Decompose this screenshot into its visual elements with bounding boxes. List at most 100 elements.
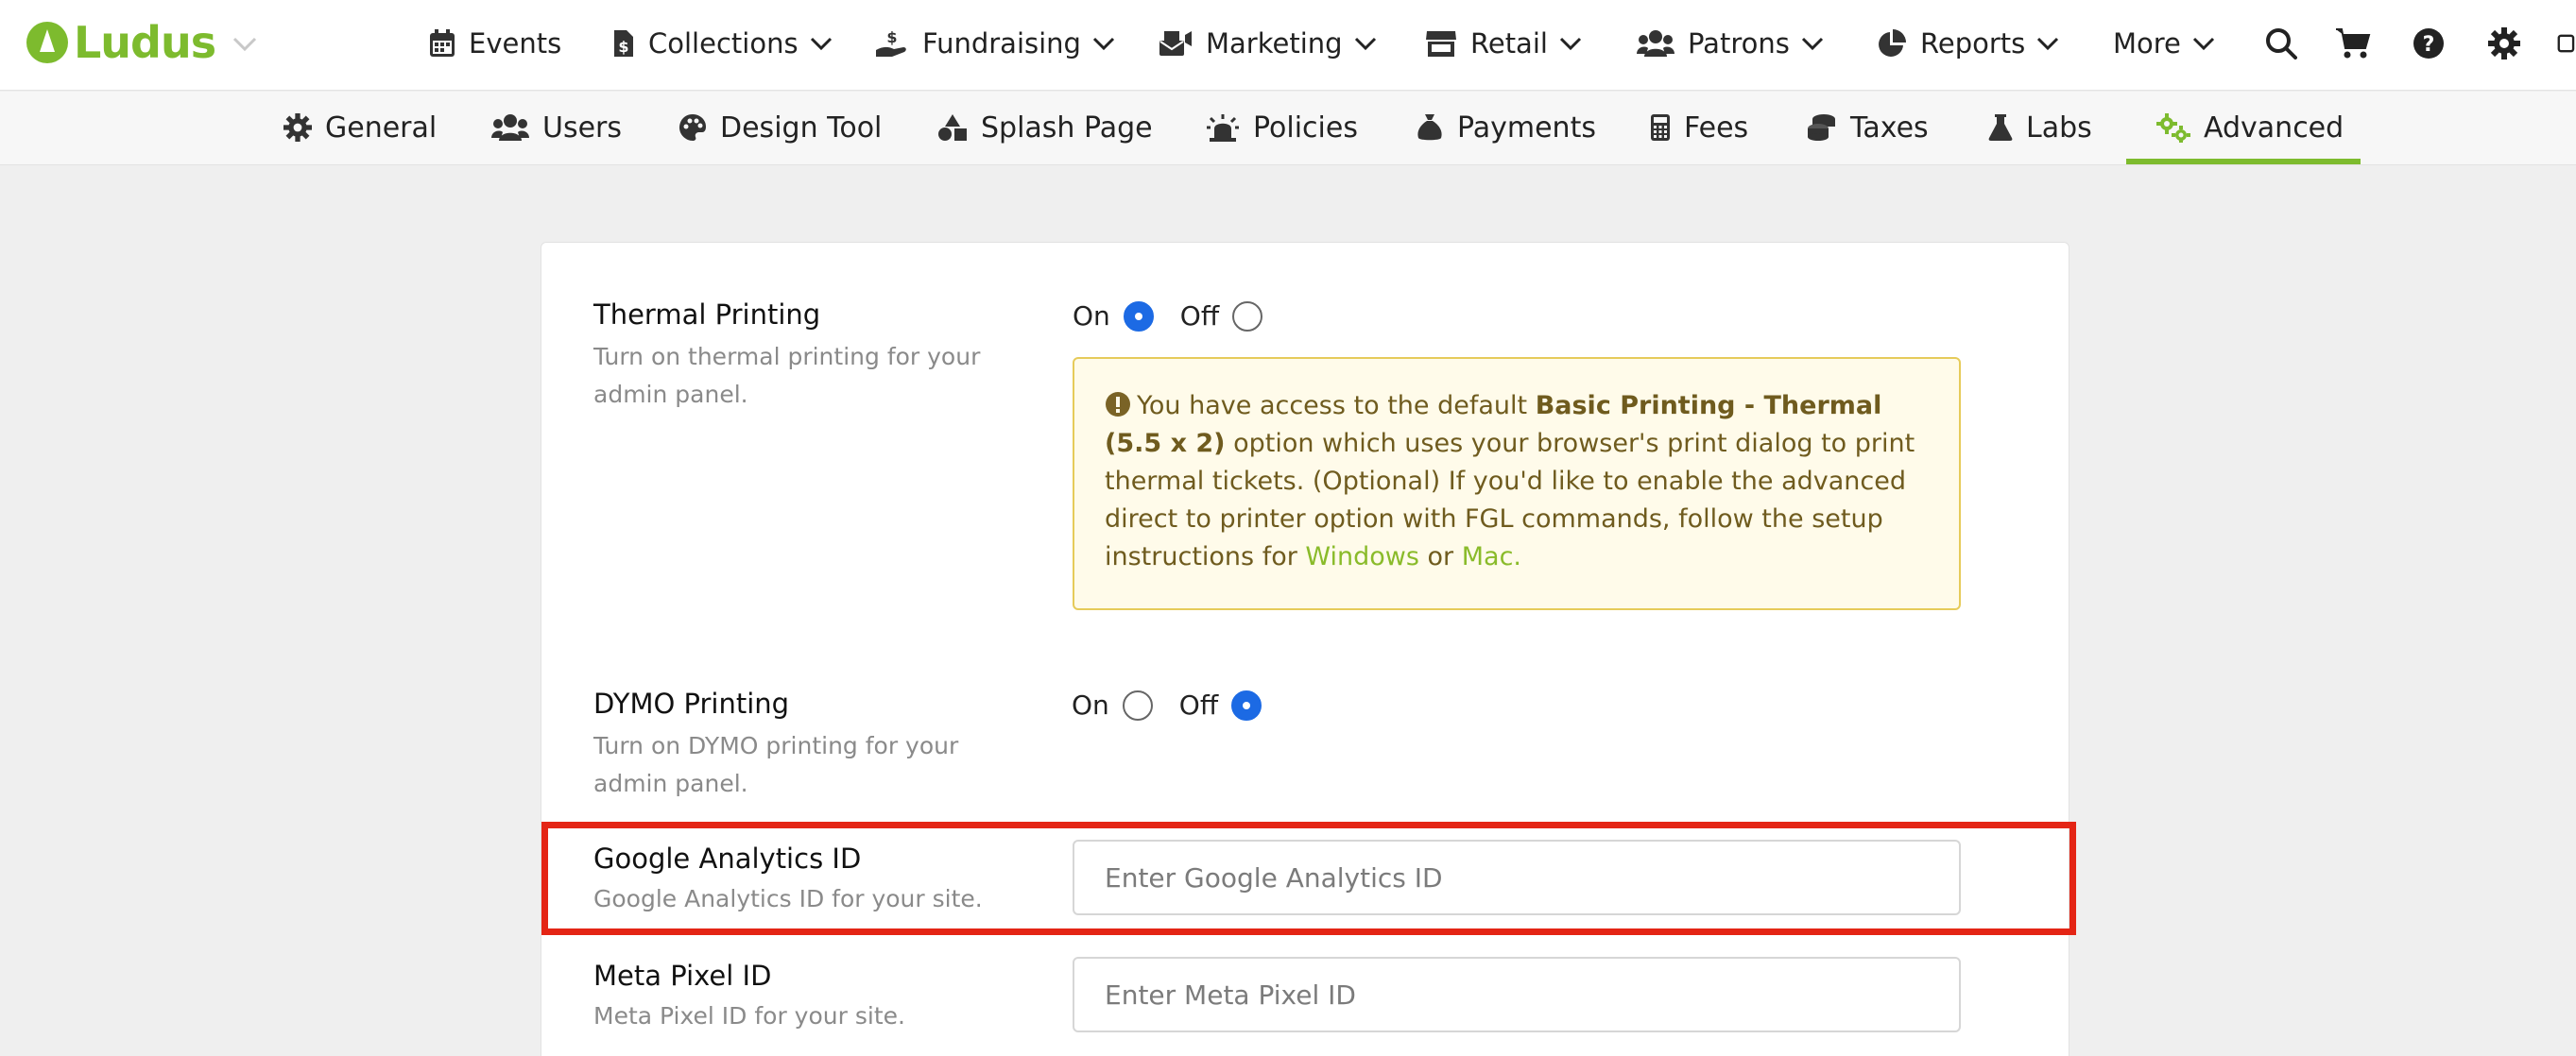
nav-label: Patrons: [1688, 27, 1790, 60]
tab-policies[interactable]: Policies: [1206, 107, 1358, 148]
dymo-off-radio[interactable]: [1231, 690, 1262, 721]
thermal-info-alert: You have access to the default Basic Pri…: [1073, 357, 1961, 610]
chevron-down-icon: [1092, 37, 1115, 51]
chevron-down-icon: [1354, 37, 1376, 51]
chevron-down-icon: [1559, 37, 1582, 51]
help-icon: ?: [2413, 28, 2444, 59]
nav-events[interactable]: Events: [429, 21, 561, 66]
meta-pixel-description: Meta Pixel ID for your site.: [593, 1002, 905, 1030]
nav-label: Marketing: [1206, 27, 1343, 60]
thermal-on-radio[interactable]: [1123, 300, 1154, 332]
svg-text:$: $: [886, 29, 897, 46]
tab-fees[interactable]: Fees: [1650, 107, 1748, 148]
settings-button[interactable]: [2485, 25, 2523, 62]
thermal-printing-toggle: On Off: [1073, 300, 1289, 332]
nav-marketing[interactable]: Marketing: [1159, 21, 1377, 66]
flask-icon: [1988, 114, 2013, 141]
nav-label: More: [2113, 27, 2181, 60]
users-icon: [1637, 30, 1674, 57]
search-icon: [2266, 28, 2297, 60]
chevron-down-icon: [1801, 37, 1823, 51]
radio-on-label: On: [1072, 690, 1109, 721]
chevron-down-icon[interactable]: [232, 37, 257, 52]
gears-icon: [2156, 113, 2190, 143]
nav-reports[interactable]: Reports: [1877, 21, 2059, 66]
tab-label: General: [325, 111, 438, 145]
pie-chart-icon: [1879, 29, 1906, 57]
gear-icon: [283, 113, 312, 142]
ludus-logo-icon: [26, 22, 68, 63]
thermal-printing-description: Turn on thermal printing for your admin …: [593, 343, 981, 408]
meta-pixel-input[interactable]: [1073, 957, 1961, 1032]
calendar-icon: [430, 29, 455, 57]
help-button[interactable]: ?: [2410, 25, 2447, 62]
siren-icon: [1207, 114, 1239, 142]
tab-users[interactable]: Users: [491, 107, 622, 148]
store-icon: [1426, 31, 1456, 57]
tab-design-tool[interactable]: Design Tool: [678, 107, 882, 148]
tab-payments[interactable]: Payments: [1416, 107, 1596, 148]
radio-on-label: On: [1073, 300, 1110, 332]
radio-off-label: Off: [1178, 690, 1219, 721]
dymo-on-radio[interactable]: [1122, 690, 1153, 721]
search-button[interactable]: [2262, 25, 2300, 62]
chevron-down-icon: [2037, 37, 2059, 51]
tab-label: Splash Page: [981, 111, 1153, 145]
tab-splash-page[interactable]: Splash Page: [937, 107, 1153, 148]
tab-general[interactable]: General: [283, 107, 437, 148]
chevron-down-icon: [810, 37, 832, 51]
shapes-icon: [938, 114, 967, 141]
cart-icon: [2336, 28, 2371, 59]
calculator-icon: [1651, 114, 1670, 141]
tab-label: Design Tool: [720, 111, 883, 145]
brand-logo[interactable]: Ludus: [26, 17, 257, 68]
nav-label: Events: [469, 27, 562, 60]
tab-advanced[interactable]: Advanced: [2156, 107, 2344, 148]
tab-label: Labs: [2026, 111, 2092, 145]
meta-pixel-label: Meta Pixel ID: [593, 960, 772, 992]
alert-text: or: [1418, 542, 1462, 571]
dymo-printing-toggle: On Off: [1072, 690, 1288, 721]
hand-dollar-icon: $: [876, 29, 906, 57]
nav-label: Fundraising: [922, 27, 1081, 60]
nav-more[interactable]: More: [2113, 21, 2215, 66]
alert-text: You have access to the default: [1137, 391, 1536, 420]
file-dollar-icon: $: [614, 30, 633, 57]
top-navigation: Ludus Events $ Collections $ Fundraising…: [0, 0, 2576, 91]
account-icon: [2557, 34, 2575, 53]
windows-link[interactable]: Windows: [1305, 542, 1419, 571]
tab-label: Policies: [1253, 111, 1358, 145]
tab-label: Payments: [1457, 111, 1596, 145]
nav-retail[interactable]: Retail: [1425, 21, 1582, 66]
svg-text:$: $: [618, 38, 628, 56]
users-icon: [491, 114, 529, 141]
palette-icon: [679, 114, 706, 141]
highlight-box: [541, 822, 2076, 935]
active-tab-indicator: [2126, 159, 2361, 164]
nav-label: Collections: [648, 27, 799, 60]
tab-taxes[interactable]: Taxes: [1807, 107, 1929, 148]
radio-off-label: Off: [1179, 300, 1220, 332]
tab-label: Taxes: [1850, 111, 1929, 145]
coins-icon: [1808, 114, 1835, 141]
settings-tabs: General Users Design Tool Splash Page Po…: [0, 92, 2576, 165]
tab-label: Fees: [1684, 111, 1749, 145]
nav-label: Retail: [1470, 27, 1548, 60]
mac-link[interactable]: Mac.: [1462, 542, 1521, 571]
tab-label: Advanced: [2204, 111, 2344, 145]
nav-patrons[interactable]: Patrons: [1637, 21, 1824, 66]
svg-text:?: ?: [2423, 33, 2435, 57]
nav-label: Reports: [1920, 27, 2026, 60]
account-button[interactable]: [2557, 25, 2576, 62]
chevron-down-icon: [2192, 37, 2214, 51]
nav-collections[interactable]: $ Collections: [612, 21, 833, 66]
brand-name: Ludus: [74, 17, 216, 68]
thermal-printing-label: Thermal Printing: [593, 298, 821, 331]
dymo-printing-label: DYMO Printing: [593, 688, 790, 720]
nav-fundraising[interactable]: $ Fundraising: [875, 21, 1115, 66]
exclamation-circle-icon: [1106, 392, 1130, 417]
cart-button[interactable]: [2334, 25, 2372, 62]
gear-icon: [2488, 27, 2520, 60]
thermal-off-radio[interactable]: [1232, 300, 1263, 332]
tab-labs[interactable]: Labs: [1988, 107, 2092, 148]
